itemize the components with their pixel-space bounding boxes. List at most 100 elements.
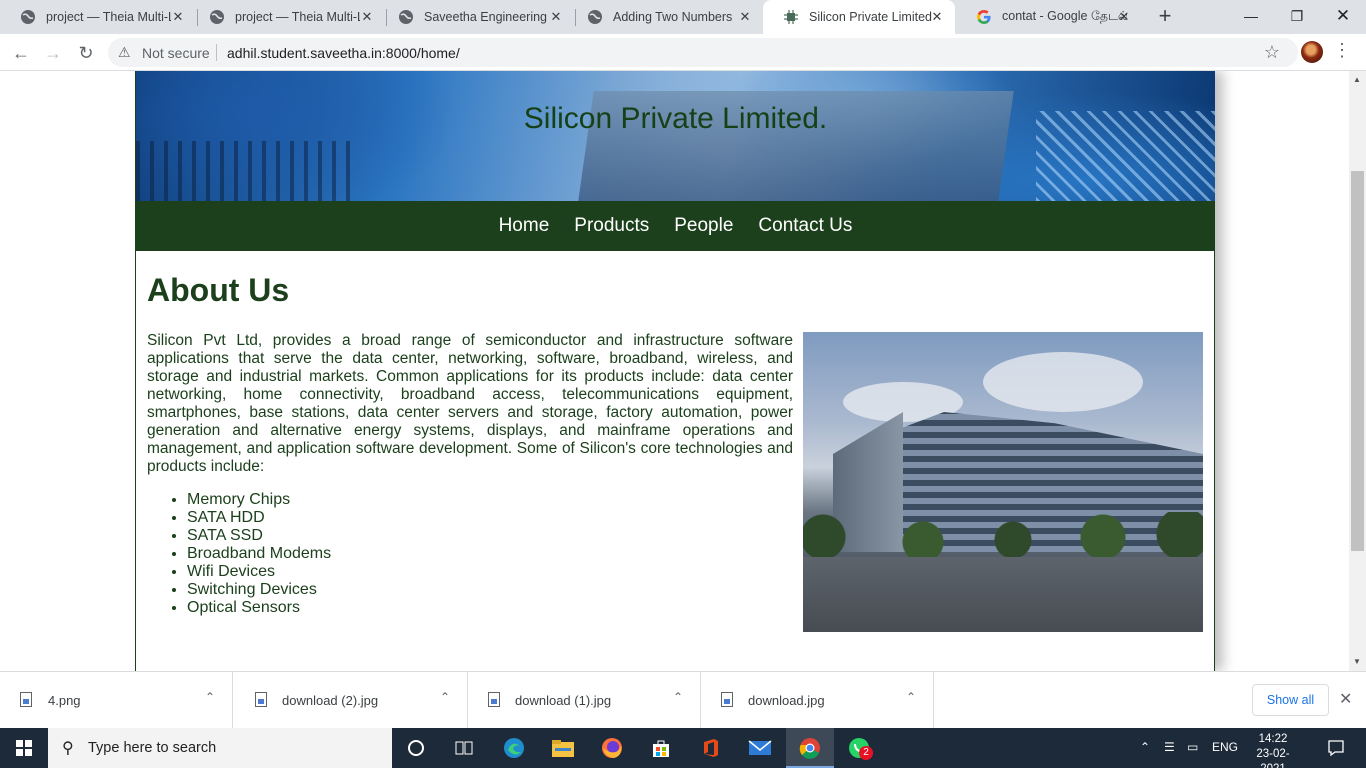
mail-icon[interactable] (746, 734, 774, 762)
address-bar[interactable]: ⚠ Not secure adhil.student.saveetha.in:8… (108, 38, 1298, 67)
warning-triangle-icon[interactable]: ⚠ (118, 44, 131, 61)
list-item: Switching Devices (187, 581, 331, 599)
download-filename[interactable]: 4.png (48, 693, 81, 708)
header-banner: Silicon Private Limited. (136, 71, 1215, 201)
edge-icon[interactable] (500, 734, 528, 762)
forward-arrow-icon[interactable]: → (40, 40, 66, 66)
download-item[interactable]: 4.png ⌃ (0, 672, 233, 729)
profile-avatar[interactable] (1301, 41, 1323, 63)
menu-dots-icon[interactable]: ⋮ (1333, 40, 1351, 61)
tab-title: Saveetha Engineering C (424, 10, 549, 24)
browser-toolbar: ← → ↻ ⚠ Not secure adhil.student.saveeth… (0, 34, 1366, 71)
chevron-up-icon[interactable]: ⌃ (673, 690, 683, 704)
chevron-up-icon[interactable]: ⌃ (205, 690, 215, 704)
download-filename[interactable]: download (2).jpg (282, 693, 378, 708)
list-item: Wifi Devices (187, 563, 331, 581)
back-arrow-icon[interactable]: ← (8, 40, 34, 66)
browser-tab[interactable]: contat - Google தேடல் ✕ (956, 0, 1142, 34)
main-nav: Home Products People Contact Us (136, 201, 1215, 251)
chevron-up-icon[interactable]: ⌃ (906, 690, 916, 704)
cortana-icon[interactable] (402, 734, 430, 762)
clock-time: 14:22 (1258, 733, 1288, 745)
download-filename[interactable]: download.jpg (748, 693, 825, 708)
nav-contact-us[interactable]: Contact Us (746, 215, 865, 237)
browser-tab-active[interactable]: Silicon Private Limited ✕ (763, 0, 955, 34)
product-list: Memory Chips SATA HDD SATA SSD Broadband… (187, 491, 331, 617)
notification-center-icon[interactable] (1322, 734, 1350, 762)
page-viewport: Silicon Private Limited. Home Products P… (0, 71, 1366, 671)
close-download-bar-icon[interactable]: ✕ (1339, 689, 1352, 709)
scroll-down-icon[interactable]: ▼ (1353, 657, 1361, 666)
search-icon: ⚲ (62, 740, 74, 757)
minimize-icon[interactable]: — (1228, 0, 1274, 32)
taskbar-search[interactable]: ⚲ Type here to search (48, 728, 392, 768)
notification-badge: 2 (859, 746, 873, 760)
browser-tab[interactable]: Saveetha Engineering C ✕ (378, 0, 574, 34)
start-button[interactable] (0, 728, 48, 768)
download-filename[interactable]: download (1).jpg (515, 693, 611, 708)
list-item: Memory Chips (187, 491, 331, 509)
close-tab-icon[interactable]: ✕ (929, 9, 945, 25)
bookmark-star-icon[interactable]: ☆ (1264, 42, 1280, 63)
globe-icon (20, 9, 36, 25)
scroll-up-icon[interactable]: ▲ (1353, 75, 1361, 84)
download-item[interactable]: download (2).jpg ⌃ (235, 672, 468, 729)
google-icon (976, 9, 992, 25)
chevron-up-icon[interactable]: ⌃ (1140, 740, 1150, 754)
tab-title: contat - Google தேடல் (1002, 9, 1127, 23)
tab-title: Adding Two Numbers (613, 10, 733, 24)
nav-home[interactable]: Home (486, 215, 562, 237)
search-placeholder[interactable]: Type here to search (88, 740, 216, 756)
browser-tab[interactable]: Adding Two Numbers ✕ (567, 0, 763, 34)
system-clock[interactable]: 14:22 23-02-2021 (1245, 732, 1301, 777)
close-tab-icon[interactable]: ✕ (737, 9, 753, 25)
image-file-icon (488, 692, 500, 707)
about-paragraph: Silicon Pvt Ltd, provides a broad range … (147, 332, 793, 475)
page-scrollbar[interactable]: ▲ ▼ (1349, 71, 1366, 671)
file-explorer-icon[interactable] (549, 734, 577, 762)
browser-tab[interactable]: project — Theia Multi-L ✕ (0, 0, 196, 34)
office-icon[interactable] (697, 734, 725, 762)
browser-tab[interactable]: project — Theia Multi-L ✕ (189, 0, 385, 34)
tab-title: project — Theia Multi-L (235, 10, 360, 24)
chevron-up-icon[interactable]: ⌃ (440, 690, 450, 704)
site-container: Silicon Private Limited. Home Products P… (135, 71, 1215, 671)
download-item[interactable]: download.jpg ⌃ (701, 672, 934, 729)
photo-road (803, 557, 1203, 632)
nav-people[interactable]: People (662, 215, 746, 237)
close-tab-icon[interactable]: ✕ (170, 9, 186, 25)
tab-title: Silicon Private Limited (809, 10, 932, 24)
chrome-icon[interactable] (796, 734, 824, 762)
firefox-icon[interactable] (598, 734, 626, 762)
language-indicator[interactable]: ENG (1212, 740, 1238, 754)
list-item: SATA HDD (187, 509, 331, 527)
new-tab-icon[interactable]: + (1153, 5, 1177, 29)
image-file-icon (20, 692, 32, 707)
globe-icon (398, 9, 414, 25)
close-tab-icon[interactable]: ✕ (359, 9, 375, 25)
globe-icon (209, 9, 225, 25)
nav-products[interactable]: Products (562, 215, 662, 237)
store-icon[interactable] (647, 734, 675, 762)
show-all-button[interactable]: Show all (1252, 684, 1329, 716)
download-item[interactable]: download (1).jpg ⌃ (468, 672, 701, 729)
task-view-icon[interactable] (450, 734, 478, 762)
download-bar: 4.png ⌃ download (2).jpg ⌃ download (1).… (0, 671, 1366, 729)
url-text[interactable]: adhil.student.saveetha.in:8000/home/ (227, 45, 460, 61)
whatsapp-icon[interactable]: 2 (845, 734, 873, 762)
scrollbar-thumb[interactable] (1351, 171, 1364, 551)
list-item: Broadband Modems (187, 545, 331, 563)
site-title: Silicon Private Limited. (523, 102, 828, 135)
list-item: Optical Sensors (187, 599, 331, 617)
close-tab-icon[interactable]: ✕ (1116, 9, 1132, 25)
reload-icon[interactable]: ↻ (73, 40, 99, 66)
security-status[interactable]: Not secure (142, 45, 210, 61)
close-window-icon[interactable]: ✕ (1320, 0, 1366, 32)
restore-icon[interactable]: ❐ (1274, 0, 1320, 32)
wifi-icon[interactable]: ☰ (1164, 740, 1175, 754)
windows-logo-icon (16, 740, 32, 756)
photo-cloud (983, 352, 1143, 412)
battery-icon[interactable]: ▭ (1187, 740, 1198, 754)
office-building-photo (803, 332, 1203, 632)
close-tab-icon[interactable]: ✕ (548, 9, 564, 25)
